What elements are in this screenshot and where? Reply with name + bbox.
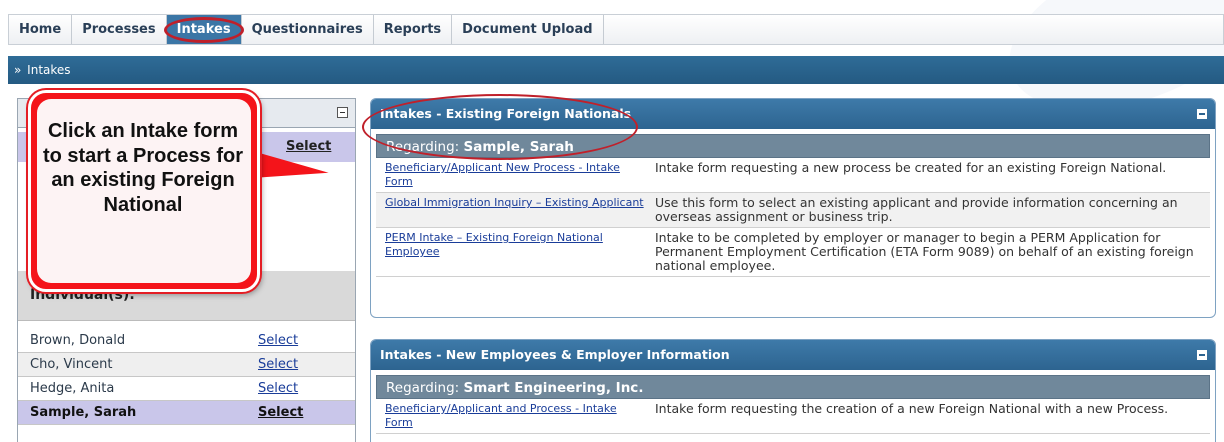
tab-document-upload[interactable]: Document Upload [452, 15, 604, 44]
person-select-link[interactable]: Select [258, 401, 303, 424]
person-name: Brown, Donald [30, 333, 126, 348]
intake-form-link[interactable]: PERM Intake – Existing Foreign National … [376, 228, 651, 276]
tab-processes[interactable]: Processes [72, 15, 167, 44]
person-select-link[interactable]: Select [258, 353, 298, 376]
regarding-label: Regarding: [386, 380, 464, 396]
person-row: Cho, Vincent Select [18, 353, 355, 377]
tab-reports[interactable]: Reports [374, 15, 453, 44]
intake-description: Intake form requesting a new process be … [655, 160, 1167, 175]
panel-title: Intakes - New Employees & Employer Infor… [380, 347, 730, 362]
panel-header: Intakes - New Employees & Employer Infor… [371, 340, 1215, 370]
person-name: Sample, Sarah [30, 405, 137, 420]
intake-row: Global Immigration Inquiry – Existing Ap… [376, 193, 1210, 228]
company-select-link[interactable]: Select [286, 139, 331, 154]
callout-text: Click an Intake form to start a Process … [42, 120, 244, 216]
tab-home[interactable]: Home [9, 15, 73, 44]
callout-annotation: Click an Intake form to start a Process … [28, 90, 260, 292]
top-nav: Home Processes Intakes Questionnaires Re… [8, 14, 1224, 45]
intake-form-link[interactable]: Global Immigration Inquiry – Existing Ap… [376, 193, 651, 227]
person-select-link[interactable]: Select [258, 377, 298, 400]
tab-questionnaires[interactable]: Questionnaires [242, 15, 374, 44]
person-row: Hedge, Anita Select [18, 377, 355, 401]
breadcrumb: » Intakes [8, 56, 1224, 84]
collapse-icon[interactable] [337, 107, 348, 118]
intake-row: Beneficiary/Applicant and Process - Inta… [376, 399, 1210, 434]
person-row-selected: Sample, Sarah Select [18, 401, 355, 425]
minimize-icon[interactable] [1197, 109, 1207, 119]
person-row: Brown, Donald Select [18, 329, 355, 353]
intake-form-link[interactable]: Beneficiary/Applicant New Process - Inta… [376, 158, 651, 192]
intake-description: Intake to be completed by employer or ma… [655, 230, 1194, 273]
new-employees-panel: Intakes - New Employees & Employer Infor… [370, 339, 1216, 442]
intake-row: Beneficiary/Applicant New Process - Inta… [376, 158, 1210, 193]
breadcrumb-current: Intakes [27, 63, 71, 77]
regarding-bar: Regarding: Smart Engineering, Inc. [376, 375, 1210, 399]
minimize-icon[interactable] [1197, 350, 1207, 360]
person-select-link[interactable]: Select [258, 329, 298, 352]
intake-form-link[interactable]: Beneficiary/Applicant and Process - Inta… [376, 399, 651, 433]
intake-row: PERM Intake – Existing Foreign National … [376, 228, 1210, 277]
breadcrumb-arrow-icon: » [14, 63, 22, 77]
highlight-oval [362, 94, 638, 160]
intake-description: Intake form requesting the creation of a… [655, 401, 1169, 416]
intake-description: Use this form to select an existing appl… [655, 195, 1178, 224]
tab-intakes[interactable]: Intakes [163, 15, 244, 44]
person-name: Cho, Vincent [30, 357, 113, 372]
regarding-value: Smart Engineering, Inc. [463, 380, 644, 396]
person-name: Hedge, Anita [30, 381, 115, 396]
